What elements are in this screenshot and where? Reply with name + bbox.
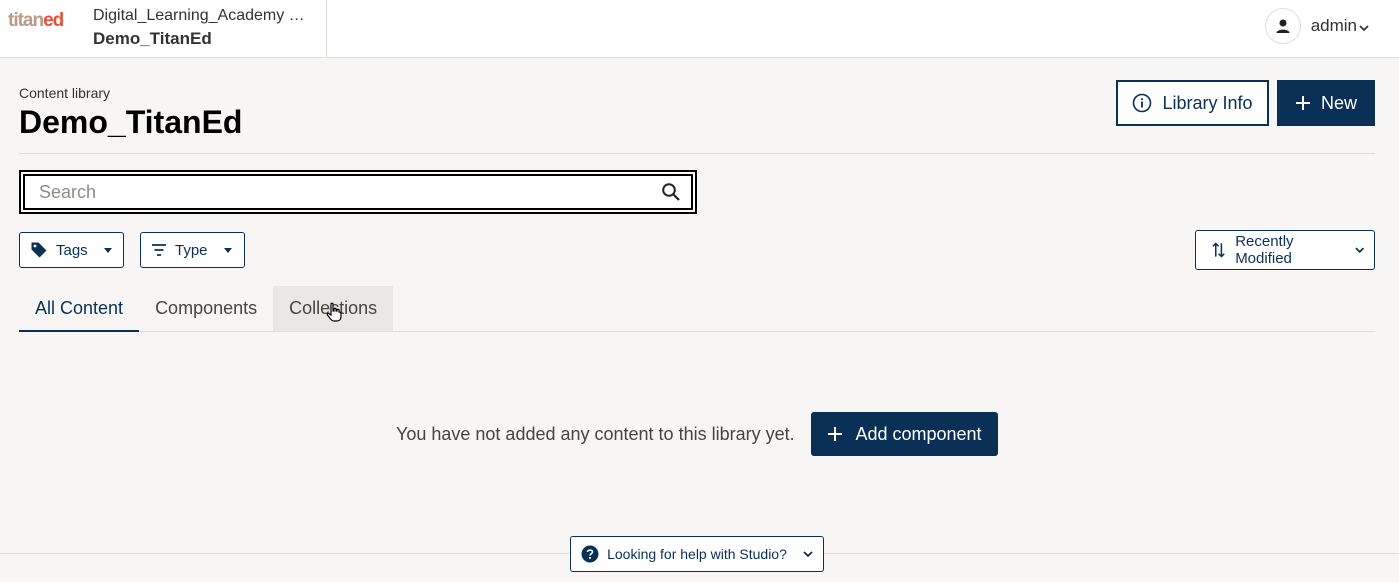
search-input[interactable]: [37, 180, 661, 204]
swap-vertical-icon: [1212, 242, 1225, 258]
search-icon[interactable]: [661, 182, 681, 202]
pointer-cursor: [326, 302, 342, 322]
plus-icon: [828, 427, 843, 441]
search-field: [23, 174, 693, 210]
user-menu[interactable]: admin: [1264, 8, 1369, 44]
add-component-label: Add component: [855, 423, 982, 444]
type-label: Type: [175, 241, 208, 259]
help-label: Looking for help with Studio?: [607, 546, 787, 562]
search-box: [19, 170, 697, 214]
user-icon: [1276, 19, 1290, 33]
empty-state-message: You have not added any content to this l…: [396, 424, 795, 444]
tags-label: Tags: [56, 241, 88, 259]
site-header: titaned Digital_Learning_Academy … Demo_…: [0, 0, 1399, 58]
info-icon: [1133, 93, 1152, 113]
tab-components[interactable]: Components: [139, 286, 273, 331]
sort-label: Recently Modified: [1235, 233, 1294, 267]
course-name: Demo_TitanEd: [93, 29, 212, 48]
title-divider: [19, 153, 1375, 154]
filter-icon: [152, 244, 166, 256]
user-name: admin: [1310, 16, 1357, 35]
breadcrumb: Content library: [19, 85, 111, 101]
help-icon: [581, 545, 599, 563]
content-tabs: All Content Components Collections: [19, 286, 1375, 332]
org-name: Digital_Learning_Academy …: [93, 7, 305, 24]
type-filter-button[interactable]: Type: [140, 232, 245, 268]
plus-icon: [1295, 96, 1310, 110]
avatar: [1264, 8, 1301, 44]
chevron-down-icon: [1359, 24, 1369, 31]
tags-filter-button[interactable]: Tags: [19, 232, 124, 268]
caret-down-icon: [103, 247, 112, 253]
new-label: New: [1320, 92, 1357, 113]
hand-cursor-icon: [326, 302, 342, 322]
page-title: Demo_TitanEd: [19, 104, 243, 140]
chevron-down-icon: [1354, 247, 1364, 254]
tab-all-content[interactable]: All Content: [19, 286, 140, 332]
library-info-label: Library Info: [1162, 92, 1253, 113]
tag-icon: [31, 242, 47, 258]
course-info: titaned Digital_Learning_Academy … Demo_…: [0, 0, 327, 58]
titaned-logo[interactable]: titaned: [8, 10, 64, 32]
caret-down-icon: [223, 247, 232, 253]
library-info-button[interactable]: Library Info: [1116, 80, 1269, 126]
help-button[interactable]: Looking for help with Studio?: [570, 536, 824, 572]
sort-button[interactable]: Recently Modified: [1195, 230, 1375, 270]
add-component-button[interactable]: Add component: [811, 412, 998, 456]
chevron-down-icon: [803, 551, 813, 558]
new-button[interactable]: New: [1277, 80, 1375, 126]
